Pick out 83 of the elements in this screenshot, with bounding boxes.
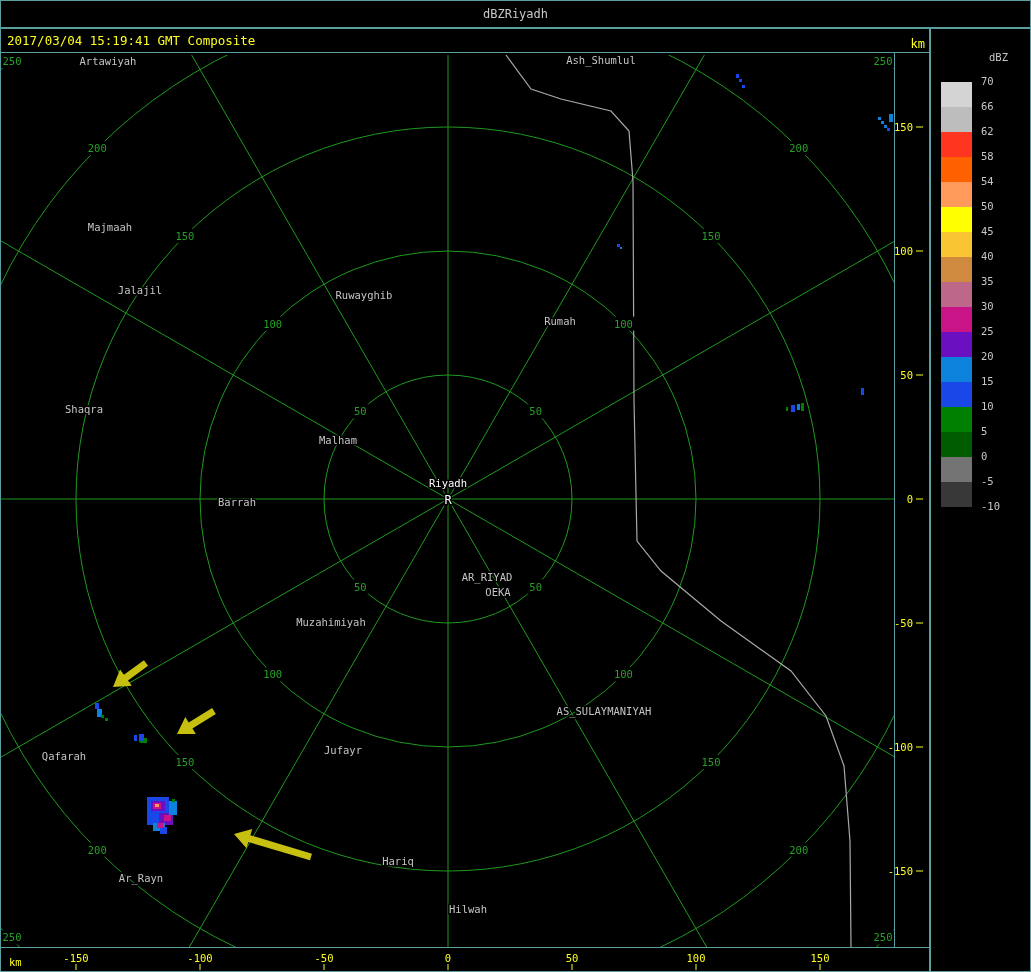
axis-label: 50 — [565, 952, 579, 964]
axis-label: 150 — [894, 121, 913, 133]
radar-site-marker: R — [444, 493, 452, 507]
axis-unit-label: km — [910, 35, 925, 51]
range-label: 200 — [87, 843, 107, 856]
axis-label: 0 — [444, 952, 452, 964]
range-label: 50 — [354, 580, 367, 593]
range-label: 150 — [701, 229, 721, 242]
axis-label: 100 — [686, 952, 706, 964]
place-label: OEKA — [485, 586, 511, 598]
range-label: 50 — [354, 405, 367, 418]
legend-label: 58 — [981, 149, 995, 164]
radar-echo — [878, 114, 893, 131]
axis-label: -50 — [314, 952, 334, 964]
legend-label: -10 — [981, 499, 1000, 514]
legend-label: 66 — [981, 99, 995, 114]
radar-echo — [147, 797, 177, 834]
radar-echo — [95, 703, 108, 721]
range-label: 200 — [87, 142, 107, 155]
legend-label: -5 — [981, 474, 995, 489]
window-title: dBZRiyadh — [483, 7, 548, 21]
legend-label: 20 — [981, 349, 995, 364]
radar-echo — [134, 734, 147, 743]
legend-label: 70 — [981, 74, 995, 89]
legend-label: 0 — [981, 449, 989, 464]
place-label: Qafarah — [41, 750, 87, 762]
legend-label: 54 — [981, 174, 995, 189]
range-label: 250 — [2, 931, 22, 944]
radar-site-label: Riyadh — [429, 477, 467, 489]
place-label: Majmaah — [87, 221, 133, 233]
range-label: 250 — [2, 55, 22, 67]
range-label: 150 — [175, 756, 195, 769]
place-label: Barrah — [218, 496, 256, 508]
range-label: 250 — [873, 55, 893, 67]
legend-label: 50 — [981, 199, 995, 214]
place-label: Ash_Shumlul — [566, 54, 636, 66]
place-label: AR_RIYAD — [461, 571, 513, 583]
place-label: Hariq — [382, 855, 414, 867]
legend-label: 45 — [981, 224, 995, 239]
range-label: 150 — [701, 756, 721, 769]
legend-label: 10 — [981, 399, 995, 414]
range-label: 250 — [873, 931, 893, 944]
axis-label: 0 — [906, 493, 913, 505]
range-label: 100 — [263, 317, 283, 330]
legend-label: 30 — [981, 299, 995, 314]
legend-title: dBZ — [989, 51, 1008, 63]
place-label: Ar_Rayn — [118, 872, 164, 884]
axis-label: 50 — [900, 369, 913, 381]
radar-echo — [786, 403, 804, 412]
annotation-arrow — [177, 708, 216, 735]
axis-unit-label: km — [9, 956, 22, 968]
radar-echo — [736, 74, 745, 88]
place-label: Ruwayghib — [335, 289, 393, 301]
range-label: 200 — [789, 843, 809, 856]
legend-label: 25 — [981, 324, 995, 339]
axis-label: -150 — [63, 952, 89, 964]
axis-label: 150 — [810, 952, 830, 964]
radar-echo — [861, 388, 864, 395]
range-label: 50 — [529, 405, 542, 418]
range-label: 100 — [613, 668, 633, 681]
legend-label: 15 — [981, 374, 995, 389]
legend-label: 5 — [981, 424, 989, 439]
range-label: 150 — [175, 229, 195, 242]
place-label: Shaqra — [65, 403, 103, 415]
axis-label: -50 — [894, 617, 913, 629]
radar-echo — [617, 244, 622, 249]
legend-label: 40 — [981, 249, 995, 264]
range-label: 100 — [263, 668, 283, 681]
place-label: Rumah — [544, 315, 576, 327]
range-label: 50 — [529, 580, 542, 593]
place-label: Jufayr — [324, 744, 362, 756]
annotation-arrow — [113, 660, 149, 687]
place-label: Jalajil — [117, 284, 163, 296]
axis-label: -100 — [187, 952, 213, 964]
range-label: 100 — [613, 317, 633, 330]
place-label: Muzahimiyah — [296, 616, 366, 628]
place-label: Artawiyah — [79, 55, 137, 67]
axis-label: 100 — [894, 245, 913, 257]
place-label: Hilwah — [449, 903, 487, 915]
range-label: 200 — [789, 142, 809, 155]
timestamp-text: 2017/03/04 15:19:41 GMT Composite — [7, 33, 256, 48]
legend-label: 62 — [981, 124, 995, 139]
legend-label: 35 — [981, 274, 995, 289]
